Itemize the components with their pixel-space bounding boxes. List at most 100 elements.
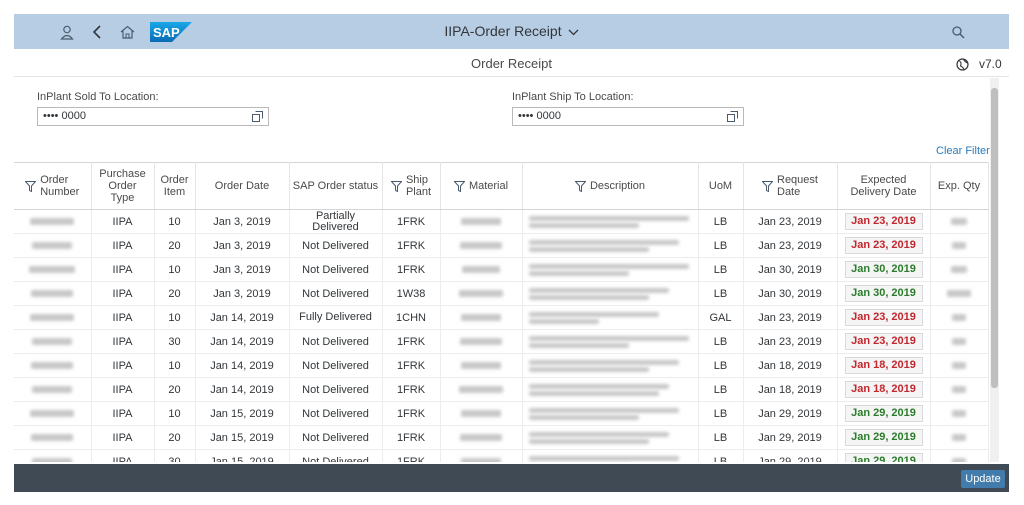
order-type-cell: IIPA <box>91 209 155 234</box>
order-status-cell: Not Delivered <box>289 281 383 306</box>
expected-date-badge: Jan 18, 2019 <box>844 357 923 374</box>
order-status-cell: Not Delivered <box>289 425 383 450</box>
filter-funnel-icon[interactable] <box>761 180 774 192</box>
expected-delivery-cell: Jan 23, 2019 <box>837 209 931 234</box>
ship-plant-cell: 1CHN <box>382 305 441 330</box>
column-header[interactable]: UoM <box>698 162 744 210</box>
table-row[interactable]: IIPA 10 Jan 15, 2019 Not Delivered 1FRK LB Jan… <box>14 401 989 426</box>
order-number-cell <box>14 401 92 426</box>
request-date-cell: Jan 23, 2019 <box>743 329 838 354</box>
column-header[interactable]: Request Date <box>743 162 838 210</box>
exp-qty-cell <box>930 281 989 306</box>
order-number-cell <box>14 329 92 354</box>
column-header[interactable]: Material <box>440 162 523 210</box>
order-number-cell <box>14 425 92 450</box>
expected-date-badge: Jan 23, 2019 <box>844 237 923 254</box>
description-cell <box>522 209 699 234</box>
scrollbar-thumb[interactable] <box>991 88 998 388</box>
column-header[interactable]: Description <box>522 162 699 210</box>
app-window: SAP IIPA-Order Receipt Order Receipt v7.… <box>14 14 1009 492</box>
expected-date-badge: Jan 30, 2019 <box>844 261 923 278</box>
column-header-label: Order <box>160 174 189 186</box>
table-row[interactable]: IIPA 10 Jan 3, 2019 Partially Delivered 1FRK… <box>14 209 989 234</box>
order-status-cell: Not Delivered <box>289 449 383 462</box>
exp-qty-cell <box>930 449 989 462</box>
column-header-label: Exp. Qty <box>937 180 981 192</box>
order-date-cell: Jan 3, 2019 <box>195 257 290 282</box>
exp-qty-cell <box>930 305 989 330</box>
order-number-cell <box>14 353 92 378</box>
filter-funnel-icon[interactable] <box>390 180 403 192</box>
column-header[interactable]: Ship Plant <box>382 162 441 210</box>
material-cell <box>440 449 523 462</box>
table-row[interactable]: IIPA 10 Jan 14, 2019 Fully Delivered 1CHN GAL… <box>14 305 989 330</box>
table-row[interactable]: IIPA 30 Jan 15, 2019 Not Delivered 1FRK LB Jan… <box>14 449 989 462</box>
globe-icon[interactable] <box>956 58 969 71</box>
order-type-cell: IIPA <box>91 305 155 330</box>
column-header[interactable]: Order Date <box>195 162 290 210</box>
value-help-icon[interactable] <box>727 111 738 122</box>
shell-bar: SAP IIPA-Order Receipt <box>14 14 1009 49</box>
order-status-cell: Not Delivered <box>289 329 383 354</box>
column-header[interactable]: Purchase Order Type <box>91 162 155 210</box>
column-header-label: SAP Order status <box>292 180 379 192</box>
order-type-cell: IIPA <box>91 425 155 450</box>
filter-funnel-icon[interactable] <box>24 180 37 192</box>
column-header[interactable]: Exp. Qty <box>930 162 989 210</box>
sold-to-input[interactable]: •••• 0000 <box>37 107 269 126</box>
order-type-cell: IIPA <box>91 449 155 462</box>
uom-cell: LB <box>698 401 744 426</box>
order-item-cell: 30 <box>154 329 196 354</box>
column-header-label: Delivery Date <box>850 186 917 198</box>
ship-plant-cell: 1FRK <box>382 209 441 234</box>
app-title-menu[interactable]: IIPA-Order Receipt <box>14 23 1009 39</box>
uom-cell: LB <box>698 377 744 402</box>
table-row[interactable]: IIPA 30 Jan 14, 2019 Not Delivered 1FRK LB Jan… <box>14 329 989 354</box>
exp-qty-cell <box>930 257 989 282</box>
uom-cell: GAL <box>698 305 744 330</box>
ship-plant-cell: 1FRK <box>382 425 441 450</box>
table-row[interactable]: IIPA 20 Jan 3, 2019 Not Delivered 1FRK LB Jan … <box>14 233 989 258</box>
expected-delivery-cell: Jan 29, 2019 <box>837 401 931 426</box>
order-number-cell <box>14 209 92 234</box>
description-cell <box>522 305 699 330</box>
order-type-cell: IIPA <box>91 281 155 306</box>
order-number-cell <box>14 233 92 258</box>
search-icon[interactable] <box>949 23 967 41</box>
order-status-cell: Not Delivered <box>289 377 383 402</box>
filter-funnel-icon[interactable] <box>574 180 587 192</box>
table-row[interactable]: IIPA 10 Jan 3, 2019 Not Delivered 1FRK LB Jan … <box>14 257 989 282</box>
order-item-cell: 10 <box>154 353 196 378</box>
order-item-cell: 20 <box>154 281 196 306</box>
filter-funnel-icon[interactable] <box>453 180 466 192</box>
description-cell <box>522 425 699 450</box>
order-type-cell: IIPA <box>91 401 155 426</box>
ship-plant-cell: 1FRK <box>382 257 441 282</box>
column-header[interactable]: Order Number <box>14 162 92 210</box>
expected-date-badge: Jan 18, 2019 <box>844 381 923 398</box>
order-item-cell: 10 <box>154 209 196 234</box>
table-scrollbar[interactable] <box>990 78 999 462</box>
update-button[interactable]: Update <box>961 470 1005 488</box>
column-header[interactable]: SAP Order status <box>289 162 383 210</box>
ship-plant-cell: 1FRK <box>382 449 441 462</box>
description-cell <box>522 257 699 282</box>
table-row[interactable]: IIPA 20 Jan 3, 2019 Not Delivered 1W38 LB Jan … <box>14 281 989 306</box>
column-header[interactable]: Order Item <box>154 162 196 210</box>
uom-cell: LB <box>698 209 744 234</box>
table-row[interactable]: IIPA 10 Jan 14, 2019 Not Delivered 1FRK LB Jan… <box>14 353 989 378</box>
order-number-cell <box>14 281 92 306</box>
order-type-cell: IIPA <box>91 353 155 378</box>
column-header-label: Material <box>468 180 509 192</box>
description-cell <box>522 233 699 258</box>
ship-to-input[interactable]: •••• 0000 <box>512 107 744 126</box>
value-help-icon[interactable] <box>252 111 263 122</box>
table-row[interactable]: IIPA 20 Jan 15, 2019 Not Delivered 1FRK LB Jan… <box>14 425 989 450</box>
column-header[interactable]: Expected Delivery Date <box>837 162 931 210</box>
request-date-cell: Jan 30, 2019 <box>743 281 838 306</box>
clear-filters-link[interactable]: Clear Filters <box>936 145 995 157</box>
order-status-cell: Not Delivered <box>289 401 383 426</box>
order-date-cell: Jan 15, 2019 <box>195 401 290 426</box>
table-row[interactable]: IIPA 20 Jan 14, 2019 Not Delivered 1FRK LB Jan… <box>14 377 989 402</box>
footer-bar: Update <box>14 464 1009 492</box>
